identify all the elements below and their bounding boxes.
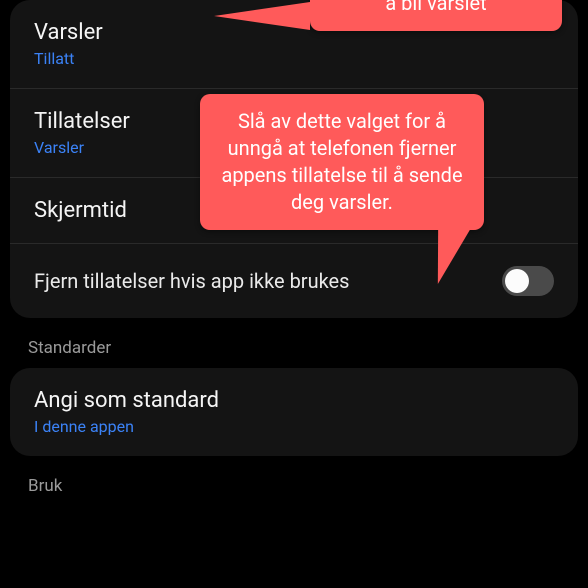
- callout-text: Slå av dette valget for å unngå at telef…: [221, 109, 462, 214]
- section-header-standards: Standarder: [0, 318, 588, 368]
- callout-remove-permissions: Slå av dette valget for å unngå at telef…: [200, 94, 484, 230]
- callout-text: å bli varslet: [385, 0, 486, 15]
- section-header-usage: Bruk: [0, 456, 588, 506]
- callout-notifications: å bli varslet: [310, 0, 562, 31]
- row-remove-permissions-if-unused: Fjern tillatelser hvis app ikke brukes: [10, 244, 578, 318]
- row-subtitle: I denne appen: [34, 417, 554, 436]
- row-set-as-default[interactable]: Angi som standard I denne appen: [10, 368, 578, 456]
- settings-group-defaults: Angi som standard I denne appen: [10, 368, 578, 456]
- row-subtitle: Tillatt: [34, 49, 554, 68]
- toggle-knob: [505, 269, 529, 293]
- toggle-remove-permissions[interactable]: [502, 266, 554, 296]
- row-title: Angi som standard: [34, 388, 554, 413]
